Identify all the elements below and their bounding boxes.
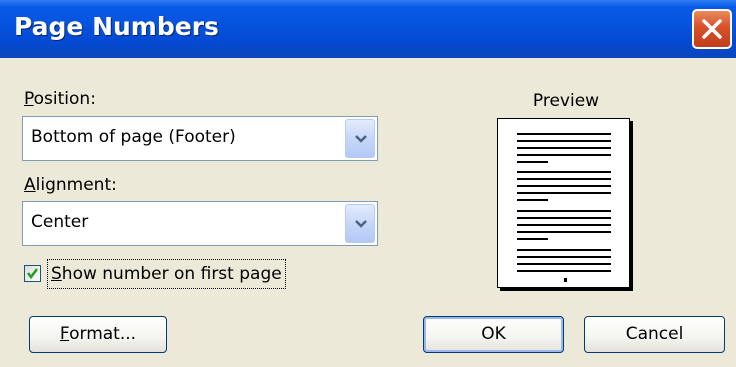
position-select-value: Bottom of page (Footer) bbox=[31, 127, 236, 147]
alignment-select[interactable]: Center bbox=[22, 201, 378, 246]
first-page-checkbox-row[interactable]: Show number on first page bbox=[24, 259, 324, 289]
format-button[interactable]: Format... bbox=[29, 316, 167, 353]
format-button-accesskey: F bbox=[59, 324, 70, 344]
page-preview-image bbox=[517, 133, 611, 282]
window-title: Page Numbers bbox=[14, 12, 219, 41]
checkmark-icon bbox=[27, 268, 38, 280]
position-label: Position: bbox=[24, 89, 96, 109]
position-label-accesskey: P bbox=[24, 89, 34, 109]
format-button-label: ormat... bbox=[69, 324, 137, 344]
preview-label: Preview bbox=[532, 91, 600, 111]
title-bar[interactable]: Page Numbers bbox=[0, 0, 736, 58]
alignment-label-text: lignment: bbox=[35, 175, 117, 195]
chevron-down-icon bbox=[355, 220, 367, 228]
ok-button[interactable]: OK bbox=[423, 316, 564, 353]
alignment-label-accesskey: A bbox=[24, 175, 36, 195]
cancel-button[interactable]: Cancel bbox=[584, 316, 725, 353]
alignment-select-value: Center bbox=[31, 212, 89, 232]
position-select[interactable]: Bottom of page (Footer) bbox=[22, 116, 378, 161]
first-page-label-accesskey: S bbox=[51, 264, 62, 284]
first-page-label-text: how number on first page bbox=[61, 264, 282, 284]
position-dropdown-button[interactable] bbox=[345, 119, 375, 158]
alignment-label: Alignment: bbox=[24, 175, 117, 195]
preview-page bbox=[497, 118, 630, 288]
close-icon bbox=[702, 19, 722, 39]
chevron-down-icon bbox=[355, 135, 367, 143]
close-button[interactable] bbox=[692, 9, 732, 49]
first-page-checkbox-label[interactable]: Show number on first page bbox=[47, 259, 286, 289]
alignment-dropdown-button[interactable] bbox=[345, 204, 375, 243]
first-page-checkbox[interactable] bbox=[24, 265, 41, 282]
position-label-text: osition: bbox=[33, 89, 96, 109]
dialog-body: Position: Bottom of page (Footer) Alignm… bbox=[0, 58, 736, 367]
